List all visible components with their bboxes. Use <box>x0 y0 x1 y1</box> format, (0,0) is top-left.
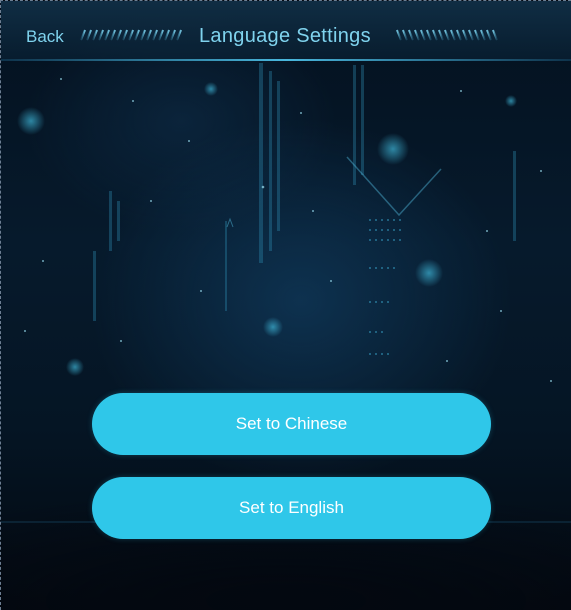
back-button[interactable]: Back <box>26 27 64 47</box>
header-bar: Back Language Settings <box>1 1 571 61</box>
language-settings-screen: Back Language Settings Set to Chinese Se… <box>0 0 571 610</box>
set-chinese-button[interactable]: Set to Chinese <box>92 393 491 455</box>
header-divider <box>1 59 571 61</box>
page-title: Language Settings <box>199 25 371 47</box>
title-stripes-right-icon <box>396 29 498 41</box>
title-stripes-left-icon <box>80 29 182 41</box>
set-english-button[interactable]: Set to English <box>92 477 491 539</box>
